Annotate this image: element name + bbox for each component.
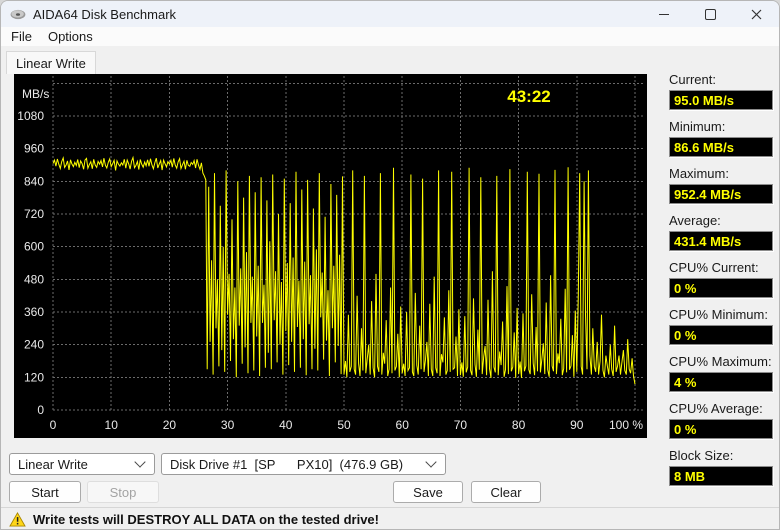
stat-label: CPU% Minimum: — [669, 307, 768, 322]
stat-label: CPU% Current: — [669, 260, 759, 275]
minimize-button[interactable] — [641, 1, 687, 27]
stat-value-box: 0 % — [669, 419, 773, 439]
svg-text:960: 960 — [24, 142, 44, 156]
app-disk-icon — [10, 8, 26, 21]
stop-button[interactable]: Stop — [87, 481, 159, 503]
svg-text:720: 720 — [24, 207, 44, 221]
stat-value-box: 952.4 MB/s — [669, 184, 773, 204]
svg-text:80: 80 — [512, 418, 526, 432]
stat-cpu-average: CPU% Average: 0 % — [669, 401, 773, 439]
svg-text:240: 240 — [24, 338, 44, 352]
svg-text:20: 20 — [163, 418, 177, 432]
stat-label: CPU% Maximum: — [669, 354, 772, 369]
stat-label: Maximum: — [669, 166, 729, 181]
aida64-disk-benchmark-window: AIDA64 Disk Benchmark File Options Linea… — [0, 0, 780, 530]
stat-value-box: 431.4 MB/s — [669, 231, 773, 251]
start-button[interactable]: Start — [9, 481, 81, 503]
maximize-button[interactable] — [687, 1, 733, 27]
close-icon — [751, 9, 761, 19]
warning-bar: Write tests will DESTROY ALL DATA on the… — [1, 507, 779, 529]
clear-button[interactable]: Clear — [471, 481, 541, 503]
menu-file[interactable]: File — [3, 29, 40, 44]
warning-triangle-icon — [9, 512, 26, 527]
menu-bar: File Options — [1, 27, 779, 46]
benchmark-chart: 0 120 240 360 480 600 720 840 960 1080 MB/s 0 10 20 30… — [17, 76, 645, 432]
svg-text:40: 40 — [279, 418, 293, 432]
svg-text:50: 50 — [337, 418, 351, 432]
stat-block-size: Block Size: 8 MB — [669, 448, 773, 486]
svg-text:MB/s: MB/s — [22, 87, 49, 101]
svg-text:30: 30 — [221, 418, 235, 432]
stat-label: Minimum: — [669, 119, 726, 134]
save-button[interactable]: Save — [393, 481, 463, 503]
svg-text:60: 60 — [396, 418, 410, 432]
warning-text: Write tests will DESTROY ALL DATA on the… — [33, 512, 379, 527]
stat-label: Current: — [669, 72, 716, 87]
chevron-down-icon — [134, 456, 146, 468]
svg-text:43:22: 43:22 — [507, 87, 550, 106]
stat-value-box: 4 % — [669, 372, 773, 392]
stat-maximum: Maximum: 952.4 MB/s — [669, 166, 773, 204]
menu-options[interactable]: Options — [40, 29, 101, 44]
svg-text:360: 360 — [24, 305, 44, 319]
svg-text:10: 10 — [105, 418, 119, 432]
stat-current: Current: 95.0 MB/s — [669, 72, 773, 110]
svg-text:0: 0 — [37, 403, 44, 417]
maximize-icon — [704, 8, 716, 20]
svg-text:600: 600 — [24, 240, 44, 254]
disk-drive-select[interactable]: Disk Drive #1 [SP PX10] (476.9 GB) — [161, 453, 446, 475]
svg-text:120: 120 — [24, 370, 44, 384]
stat-cpu-current: CPU% Current: 0 % — [669, 260, 773, 298]
stat-cpu-minimum: CPU% Minimum: 0 % — [669, 307, 773, 345]
tab-linear-write[interactable]: Linear Write — [6, 51, 96, 74]
stat-value-box: 8 MB — [669, 466, 773, 486]
svg-text:840: 840 — [24, 174, 44, 188]
stat-minimum: Minimum: 86.6 MB/s — [669, 119, 773, 157]
benchmark-chart-panel: 0 120 240 360 480 600 720 840 960 1080 MB/s 0 10 20 30… — [14, 74, 647, 438]
stat-label: Block Size: — [669, 448, 734, 463]
stat-value-box: 86.6 MB/s — [669, 137, 773, 157]
svg-text:100 %: 100 % — [609, 418, 643, 432]
svg-text:1080: 1080 — [17, 109, 44, 123]
minimize-icon — [659, 13, 669, 15]
tab-strip: Linear Write — [1, 46, 779, 74]
stat-average: Average: 431.4 MB/s — [669, 213, 773, 251]
stats-panel: Current: 95.0 MB/s Minimum: 86.6 MB/s Ma… — [669, 72, 773, 495]
chevron-down-icon — [425, 456, 437, 468]
svg-text:0: 0 — [50, 418, 57, 432]
close-button[interactable] — [733, 1, 779, 27]
title-bar: AIDA64 Disk Benchmark — [1, 1, 779, 27]
stat-cpu-maximum: CPU% Maximum: 4 % — [669, 354, 773, 392]
stat-value-box: 95.0 MB/s — [669, 90, 773, 110]
svg-text:90: 90 — [570, 418, 584, 432]
stat-value-box: 0 % — [669, 278, 773, 298]
stat-label: CPU% Average: — [669, 401, 763, 416]
window-title: AIDA64 Disk Benchmark — [33, 6, 177, 22]
svg-text:480: 480 — [24, 272, 44, 286]
stat-label: Average: — [669, 213, 721, 228]
svg-text:70: 70 — [454, 418, 468, 432]
stat-value-box: 0 % — [669, 325, 773, 345]
test-type-select[interactable]: Linear Write — [9, 453, 155, 475]
window-controls — [641, 1, 779, 27]
